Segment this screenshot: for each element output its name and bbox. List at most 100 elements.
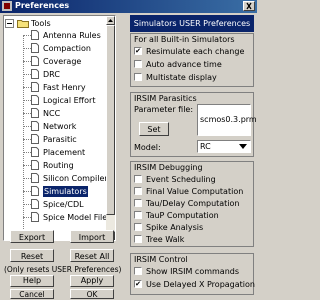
checkbox-box — [134, 60, 142, 68]
document-icon — [31, 82, 39, 92]
set-button[interactable]: Set — [139, 122, 169, 136]
reset-all-button[interactable]: Reset All — [70, 249, 114, 262]
tree-item-placement[interactable]: Placement — [4, 147, 104, 158]
document-icon — [31, 69, 39, 79]
parasitics-group: IRSIM Parasitics Parameter file: scmos0.… — [130, 92, 257, 157]
checkbox-box — [134, 235, 142, 243]
tree-item-label: Silicon Compiler — [43, 174, 108, 183]
checkbox-box — [134, 175, 142, 183]
document-icon — [31, 186, 39, 196]
document-icon — [31, 43, 39, 53]
document-icon — [31, 173, 39, 183]
checkbox-box — [134, 187, 142, 195]
help-button[interactable]: Help — [10, 275, 54, 287]
tree-item-label: Spice/CDL — [43, 200, 84, 209]
debug-item-label: Tree Walk — [146, 235, 185, 244]
debugging-group: IRSIM Debugging Event Scheduling Final Va… — [130, 161, 254, 247]
document-icon — [31, 134, 39, 144]
tree-item-label: Fast Henry — [43, 83, 86, 92]
debug-item-label: Final Value Computation — [146, 187, 244, 196]
param-file-value: scmos0.3.prm — [200, 115, 257, 124]
checkbox-box — [134, 267, 142, 275]
model-value: RC — [200, 142, 211, 151]
resimulate-label: Resimulate each change — [146, 47, 245, 56]
tree-item-compaction[interactable]: Compaction — [4, 43, 104, 54]
folder-icon — [17, 20, 29, 28]
checkbox-box — [134, 199, 142, 207]
scroll-up-button[interactable] — [106, 16, 115, 25]
document-icon — [31, 121, 39, 131]
scroll-thumb[interactable] — [106, 25, 115, 215]
tree-item-simulators[interactable]: Simulators — [4, 186, 104, 197]
reset-button[interactable]: Reset — [10, 249, 54, 262]
window-title: Preferences — [15, 1, 70, 10]
document-icon — [31, 30, 39, 40]
tree-item-fast-henry[interactable]: Fast Henry — [4, 82, 104, 93]
tree-item-parasitic[interactable]: Parasitic — [4, 134, 104, 145]
control-title: IRSIM Control — [134, 255, 188, 264]
document-icon — [31, 108, 39, 118]
ok-label: OK — [86, 290, 98, 299]
tree-item-label: Parasitic — [43, 135, 77, 144]
debug-item-label: Event Scheduling — [146, 175, 216, 184]
param-file-field[interactable]: scmos0.3.prm — [197, 104, 257, 136]
collapse-icon — [5, 19, 14, 28]
import-button[interactable]: Import — [70, 230, 114, 243]
tree-item-label: Routing — [43, 161, 74, 170]
chevron-down-icon — [239, 144, 247, 149]
tree-item-label: NCC — [43, 109, 61, 118]
tree-item-silicon-compiler[interactable]: Silicon Compiler — [4, 173, 108, 184]
tree-item-network[interactable]: Network — [4, 121, 104, 132]
model-label: Model: — [134, 143, 161, 152]
debugging-title: IRSIM Debugging — [134, 163, 203, 172]
tree-item-spice-model-files[interactable]: Spice Model Files — [4, 212, 111, 223]
checkbox-box: ✔ — [134, 280, 142, 288]
tree-item-antenna-rules[interactable]: Antenna Rules — [4, 30, 104, 41]
reset-note: (Only resets USER Preferences) — [4, 265, 122, 274]
show-commands-label: Show IRSIM commands — [146, 267, 240, 276]
document-icon — [31, 147, 39, 157]
auto-advance-label: Auto advance time — [146, 60, 222, 69]
debug-item-label: TauP Computation — [146, 211, 219, 220]
arrow-up-icon — [108, 19, 113, 22]
control-group: IRSIM Control Show IRSIM commands ✔ Use … — [130, 253, 255, 295]
checkbox-box — [134, 73, 142, 81]
preferences-window: Preferences Tools Antenna Rules Compactio… — [0, 0, 257, 300]
tools-tree[interactable]: Tools Antenna Rules Compaction Coverage DRC… — [3, 15, 116, 241]
tree-item-label: DRC — [43, 70, 60, 79]
tree-item-label: Antenna Rules — [43, 31, 101, 40]
built-in-group: For all Built-in Simulators ✔ Resimulate… — [130, 33, 254, 87]
document-icon — [31, 199, 39, 209]
model-select[interactable]: RC — [197, 140, 251, 153]
cancel-label: Cancel — [19, 290, 45, 299]
cancel-button[interactable]: Cancel — [10, 289, 54, 299]
tree-item-label: Compaction — [43, 44, 91, 53]
tree-item-coverage[interactable]: Coverage — [4, 56, 104, 67]
tree-item-label: Network — [43, 122, 77, 131]
tree-item-label: Coverage — [43, 57, 82, 66]
tree-root-label: Tools — [31, 19, 51, 28]
debug-item-label: Tau/Delay Computation — [146, 199, 240, 208]
tree-root-tools[interactable]: Tools — [4, 18, 104, 29]
tree-item-label: Spice Model Files — [43, 213, 112, 222]
document-icon — [31, 56, 39, 66]
multistate-label: Multistate display — [146, 73, 217, 82]
ok-button[interactable]: OK — [70, 289, 114, 299]
checkbox-box — [134, 211, 142, 219]
tree-item-ncc[interactable]: NCC — [4, 108, 104, 119]
document-icon — [31, 95, 39, 105]
tree-scrollbar[interactable] — [106, 16, 115, 240]
app-icon — [2, 1, 12, 11]
tree-item-routing[interactable]: Routing — [4, 160, 104, 171]
apply-button[interactable]: Apply — [70, 275, 114, 287]
tree-item-spice-cdl[interactable]: Spice/CDL — [4, 199, 104, 210]
tree-item-logical-effort[interactable]: Logical Effort — [4, 95, 104, 106]
export-button[interactable]: Export — [10, 230, 54, 243]
delayed-x-label: Use Delayed X Propagation — [146, 280, 255, 289]
document-icon — [31, 212, 39, 222]
tree-item-label: Simulators — [43, 186, 88, 197]
tree-item-label: Logical Effort — [43, 96, 96, 105]
tree-item-drc[interactable]: DRC — [4, 69, 104, 80]
built-in-title: For all Built-in Simulators — [134, 35, 235, 44]
close-button[interactable] — [243, 1, 255, 11]
